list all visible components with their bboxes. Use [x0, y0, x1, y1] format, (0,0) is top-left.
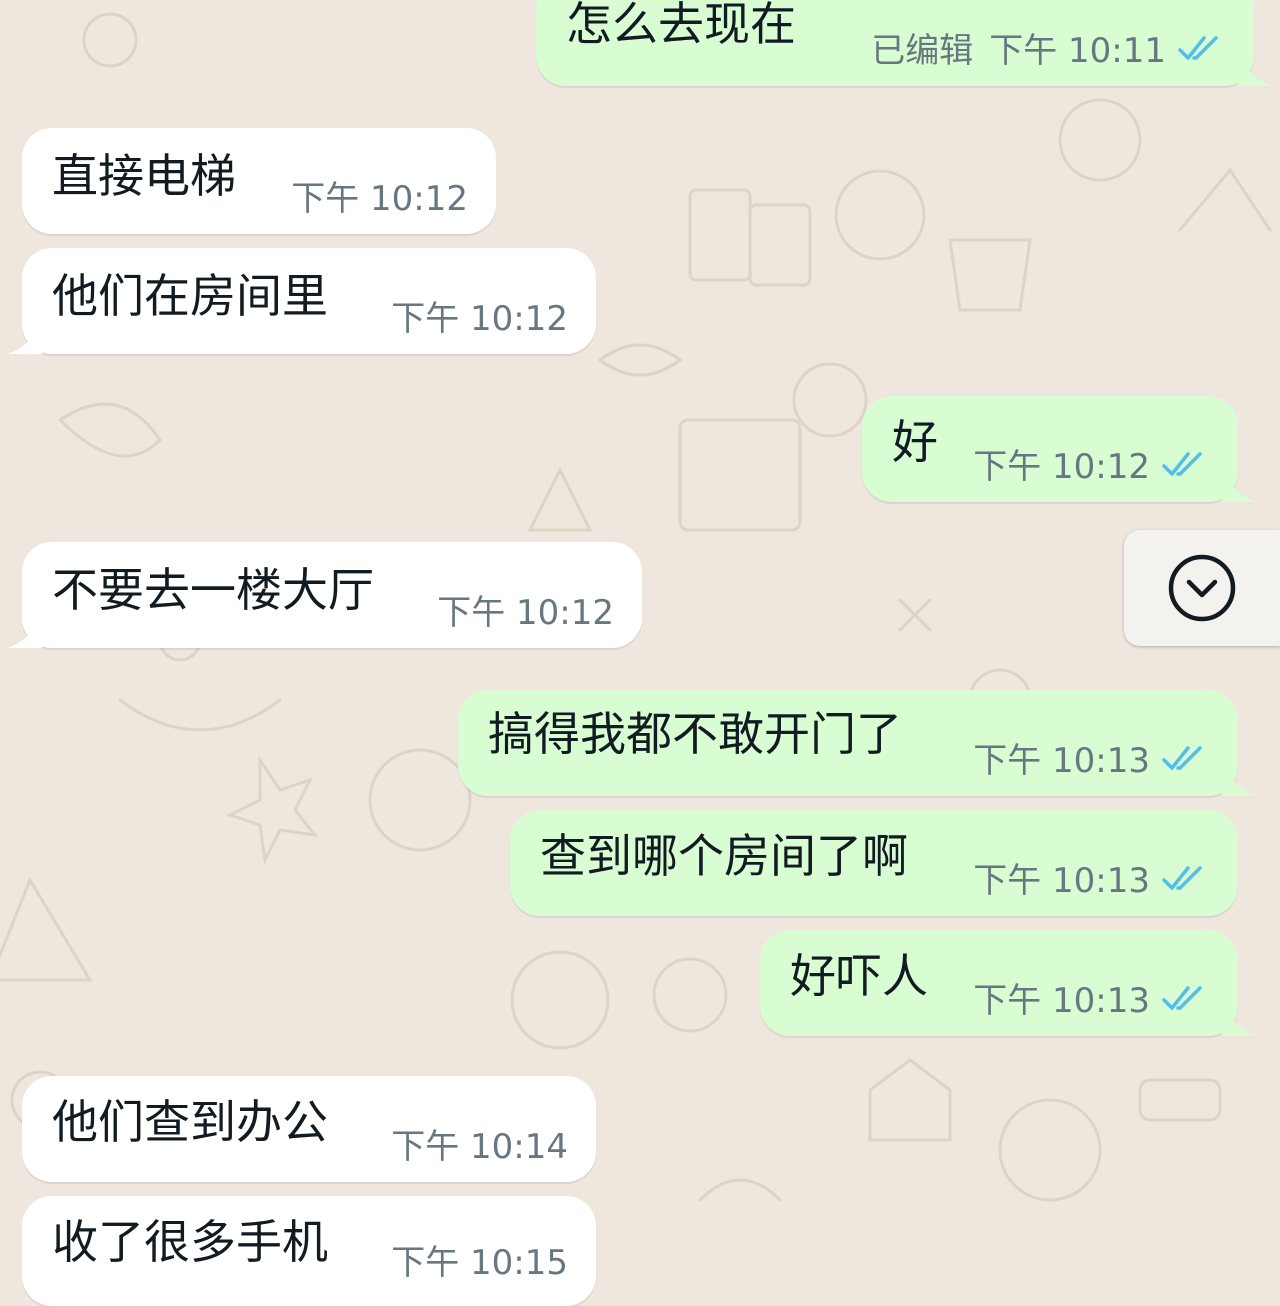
message-meta: 下午 10:12: [437, 585, 614, 634]
message-meta: 已编辑 下午 10:11: [871, 23, 1224, 72]
chevron-down-circle-icon: [1168, 554, 1236, 622]
message-text: 查到哪个房间了啊: [540, 829, 908, 883]
read-ticks-icon: [1162, 451, 1202, 476]
message-text: 搞得我都不敢开门了: [488, 707, 902, 761]
message-text: 他们在房间里: [52, 269, 328, 323]
read-ticks-icon: [1162, 985, 1202, 1010]
message-time: 下午 10:13: [973, 741, 1150, 781]
message-meta: 下午 10:15: [391, 1235, 568, 1284]
message-text: 怎么去现在: [566, 0, 796, 51]
message-text: 不要去一楼大厅: [52, 563, 374, 617]
message-meta: 下午 10:12: [973, 439, 1208, 488]
message-meta: 下午 10:13: [973, 853, 1208, 902]
message-bubble-outgoing[interactable]: 好吓人 下午 10:13: [760, 930, 1256, 1036]
message-bubble-outgoing[interactable]: 怎么去现在 已编辑 下午 10:11: [536, 0, 1272, 86]
message-time: 下午 10:13: [973, 861, 1150, 901]
edited-label: 已编辑: [871, 31, 974, 71]
message-time: 下午 10:12: [291, 179, 468, 219]
message-text: 好吓人: [790, 949, 928, 1003]
message-meta: 下午 10:13: [973, 973, 1208, 1022]
message-bubble-incoming[interactable]: 他们查到办公 下午 10:14: [22, 1076, 596, 1182]
message-bubble-outgoing[interactable]: 查到哪个房间了啊 下午 10:13: [510, 810, 1238, 916]
bubble-tail: [1222, 472, 1256, 502]
read-ticks-icon: [1178, 35, 1218, 60]
bubble-tail: [1222, 1006, 1256, 1036]
scroll-to-bottom-button[interactable]: [1124, 530, 1280, 646]
bubble-tail: [8, 618, 42, 648]
message-time: 下午 10:14: [391, 1127, 568, 1167]
message-bubble-outgoing[interactable]: 搞得我都不敢开门了 下午 10:13: [458, 690, 1256, 796]
message-bubble-incoming[interactable]: 不要去一楼大厅 下午 10:12: [8, 542, 642, 648]
message-meta: 下午 10:14: [391, 1119, 568, 1168]
message-text: 好: [892, 415, 938, 469]
message-time: 下午 10:12: [391, 299, 568, 339]
message-bubble-outgoing[interactable]: 好 下午 10:12: [862, 396, 1256, 502]
message-text: 收了很多手机: [52, 1215, 328, 1269]
message-meta: 下午 10:13: [973, 733, 1208, 782]
message-text: 他们查到办公: [52, 1095, 328, 1149]
message-bubble-incoming[interactable]: 收了很多手机 下午 10:15: [22, 1196, 596, 1306]
read-ticks-icon: [1162, 865, 1202, 890]
message-meta: 下午 10:12: [291, 171, 468, 220]
message-time: 下午 10:13: [973, 981, 1150, 1021]
bubble-tail: [1238, 56, 1272, 86]
message-time: 下午 10:12: [973, 447, 1150, 487]
message-bubble-incoming[interactable]: 他们在房间里 下午 10:12: [8, 248, 596, 354]
bubble-tail: [1222, 766, 1256, 796]
message-time: 下午 10:11: [989, 31, 1166, 71]
message-time: 下午 10:12: [437, 593, 614, 633]
message-bubble-incoming[interactable]: 直接电梯 下午 10:12: [22, 128, 496, 234]
read-ticks-icon: [1162, 745, 1202, 770]
bubble-tail: [8, 324, 42, 354]
message-time: 下午 10:15: [391, 1243, 568, 1283]
message-meta: 下午 10:12: [391, 291, 568, 340]
message-text: 直接电梯: [52, 149, 236, 203]
